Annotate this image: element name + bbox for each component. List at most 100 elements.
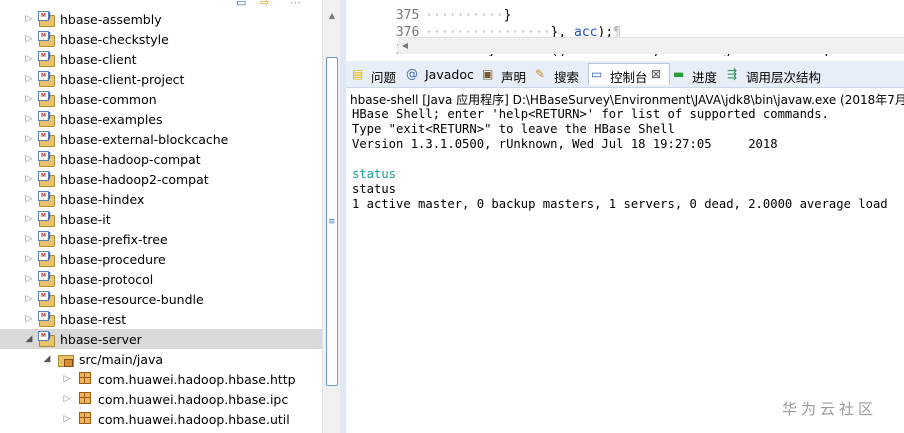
collapsed-arrow-icon[interactable]: ▷ [24,33,34,45]
scroll-left-icon[interactable]: ◀ [398,38,412,54]
console-output-line: Type "exit<RETURN>" to leave the HBase S… [352,122,675,136]
view-menu-icon[interactable]: ⋯ [290,0,301,9]
tab-call-hierarchy[interactable]: ⇶ 调用层次结构 [727,64,821,85]
tree-item-project[interactable]: ▷ M J hbase-it [0,209,322,229]
expanded-arrow-icon[interactable]: ◢ [24,333,34,345]
tab-label: 控制台 [610,70,648,85]
collapsed-arrow-icon[interactable]: ▷ [24,113,34,125]
tab-search[interactable]: ✎ 搜索 [535,64,595,85]
code-line-375: 375 ··········} [346,0,512,23]
editor-horizontal-scrollbar[interactable]: ◀ [398,37,904,54]
tree-item-project[interactable]: ▷ M J hbase-hadoop-compat [0,149,322,169]
search-icon: ✎ [535,67,546,81]
collapsed-arrow-icon[interactable]: ▷ [24,313,34,325]
console-process-description: hbase-shell [Java 应用程序] D:\HBaseSurvey\E… [350,93,904,107]
collapsed-arrow-icon[interactable]: ▷ [24,293,34,305]
console-icon: ▭ [591,67,603,81]
project-name: hbase-common [60,92,157,107]
tree-item-project[interactable]: ▷ M J hbase-hindex [0,189,322,209]
project-name: hbase-hadoop-compat [60,152,201,167]
tree-item-project[interactable]: ▷ M J hbase-checkstyle [0,29,322,49]
project-name: hbase-assembly [60,12,162,27]
collapsed-arrow-icon[interactable]: ▷ [24,53,34,65]
project-name: hbase-it [60,212,111,227]
collapsed-arrow-icon[interactable]: ▷ [24,93,34,105]
source-folder-name: src/main/java [79,352,164,367]
project-name: hbase-procedure [60,252,166,267]
tab-declaration[interactable]: ▣ 声明 [482,64,542,85]
tree-item-project[interactable]: ▷ M J hbase-client [0,49,322,69]
tree-item-project[interactable]: ▷ M J hbase-rest [0,309,322,329]
tree-item-project[interactable]: ▷ M J hbase-client-project [0,69,322,89]
collapsed-arrow-icon[interactable]: ▷ [24,133,34,145]
scroll-up-icon[interactable]: ▲ [323,8,340,24]
collapsed-arrow-icon[interactable]: ▷ [24,213,34,225]
tree-item-project[interactable]: ▷ M J hbase-procedure [0,249,322,269]
tree-item-project[interactable]: ▷ M J hbase-external-blockcache [0,129,322,149]
tree-item-source-folder[interactable]: ◢ src/main/java [0,349,322,369]
maven-project-icon: MJ [38,91,55,107]
project-name: hbase-examples [60,112,163,127]
collapsed-arrow-icon[interactable]: ▷ [62,413,72,425]
maven-project-icon: MJ [38,231,55,247]
collapsed-arrow-icon[interactable]: ▷ [24,73,34,85]
tree-item-project[interactable]: ▷ M J hbase-common [0,89,322,109]
project-name: hbase-external-blockcache [60,132,229,147]
tree-item-project[interactable]: ▷ M J hbase-examples [0,109,322,129]
maven-project-icon: MJ [38,71,55,87]
tree-item-project[interactable]: ▷ M J hbase-hadoop2-compat [0,169,322,189]
tree-item-project[interactable]: ▷ M J hbase-resource-bundle [0,289,322,309]
tab-label: 声明 [501,70,527,85]
project-name: hbase-hadoop2-compat [60,172,209,187]
maven-project-icon: MJ [38,11,55,27]
package-explorer: ▭ ⇨ ⋯ ▷ M J hbase-assembly ▷ M J hbase-checksty… [0,0,340,433]
tree-item-project[interactable]: ◢ M J hbase-server [0,329,322,349]
package-icon [79,412,91,424]
collapsed-arrow-icon[interactable]: ▷ [24,233,34,245]
view-tab-bar: ▤ 问题 @ Javadoc ▣ 声明 ✎ 搜索 ▭ 控制台 ⊠ ▬ 进度 ⇶ 调用层次结构 [346,61,904,88]
collapsed-arrow-icon[interactable]: ▷ [62,393,72,405]
tab-progress[interactable]: ▬ 进度 [673,64,733,85]
maven-project-icon: MJ [38,31,55,47]
scrollbar-grip-icon: ≡ [328,217,336,227]
collapsed-arrow-icon[interactable]: ▷ [24,193,34,205]
console-view: ▤ 问题 @ Javadoc ▣ 声明 ✎ 搜索 ▭ 控制台 ⊠ ▬ 进度 ⇶ 调用层次结构 hbase-s… [346,61,904,433]
link-with-editor-icon[interactable]: ⇨ [260,0,269,9]
tree-item-package[interactable]: ▷ com.huawei.hadoop.hbase.util [0,409,322,429]
collapsed-arrow-icon[interactable]: ▷ [62,373,72,385]
javadoc-icon: @ [406,67,418,81]
package-name: com.huawei.hadoop.hbase.util [98,412,290,427]
console-output-line: HBase Shell; enter 'help<RETURN>' for li… [352,107,829,121]
collapsed-arrow-icon[interactable]: ▷ [24,13,34,25]
close-tab-icon[interactable]: ⊠ [651,67,661,81]
project-name: hbase-server [60,332,142,347]
maven-project-icon: MJ [38,191,55,207]
declaration-icon: ▣ [482,67,494,81]
code-line-376: 376 ················}, acc);¶ [346,10,621,40]
collapsed-arrow-icon[interactable]: ▷ [24,253,34,265]
tab-console[interactable]: ▭ 控制台 ⊠ [588,63,670,85]
tab-label: 问题 [371,70,397,85]
collapse-all-icon[interactable]: ▭ [236,0,246,9]
expanded-arrow-icon[interactable]: ◢ [42,353,52,365]
tree-item-package[interactable]: ▷ com.huawei.hadoop.hbase.ipc [0,389,322,409]
tree-item-project[interactable]: ▷ M J hbase-prefix-tree [0,229,322,249]
maven-project-icon: MJ [38,111,55,127]
project-name: hbase-resource-bundle [60,292,204,307]
tree-item-package[interactable]: ▷ com.huawei.hadoop.hbase.http [0,369,322,389]
project-name: hbase-client [60,52,137,67]
tree-item-project[interactable]: ▷ M J hbase-assembly [0,9,322,29]
collapsed-arrow-icon[interactable]: ▷ [24,153,34,165]
tab-problems[interactable]: ▤ 问题 [352,64,412,85]
package-icon [79,372,91,384]
tab-javadoc[interactable]: @ Javadoc [406,64,474,85]
collapsed-arrow-icon[interactable]: ▷ [24,273,34,285]
project-name: hbase-hindex [60,192,145,207]
maven-project-icon: MJ [38,251,55,267]
tree-item-project[interactable]: ▷ M J hbase-protocol [0,269,322,289]
collapsed-arrow-icon[interactable]: ▷ [24,173,34,185]
maven-project-icon: MJ [38,151,55,167]
tree-vertical-scrollbar[interactable]: ▲ ≡ [322,0,340,433]
maven-project-icon: MJ [38,331,55,347]
project-name: hbase-protocol [60,272,154,287]
